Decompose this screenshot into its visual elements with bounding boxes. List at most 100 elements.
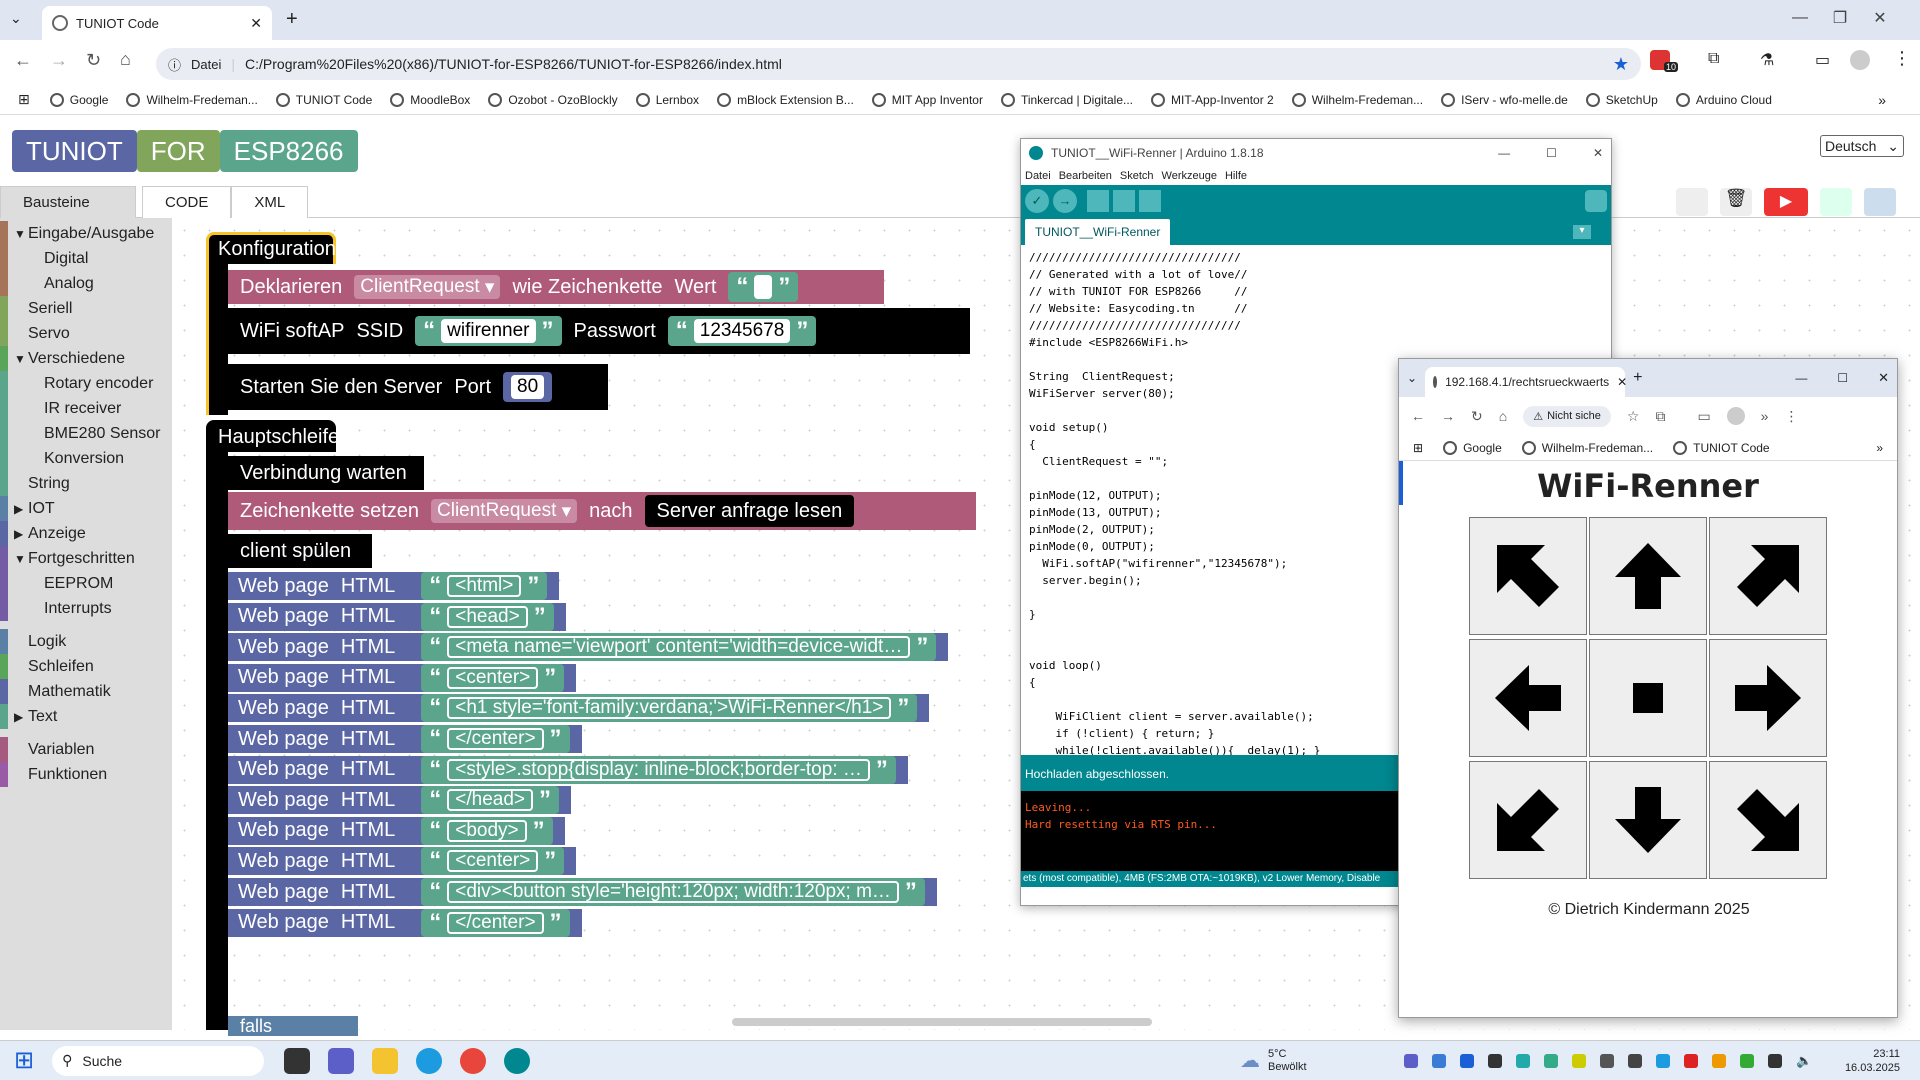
ssid-field[interactable]: wifirenner bbox=[441, 319, 536, 343]
html-string-field[interactable]: </head> bbox=[447, 789, 534, 812]
mini-minimize-icon[interactable]: — bbox=[1795, 371, 1807, 385]
toolbox-category[interactable]: ▶ Anzeige bbox=[0, 521, 172, 546]
bookmark-item[interactable]: mBlock Extension B... bbox=[717, 92, 854, 107]
web-page-html-block[interactable]: Web page HTML “<head>” bbox=[228, 602, 566, 631]
tray-tool-icon[interactable] bbox=[1488, 1053, 1502, 1068]
mini-cast-icon[interactable]: ▭ bbox=[1697, 408, 1710, 425]
tray-sync-icon[interactable] bbox=[1516, 1053, 1530, 1068]
workspace-scrollbar[interactable] bbox=[732, 1018, 1152, 1026]
tray-cam-icon[interactable] bbox=[1600, 1053, 1614, 1068]
taskbar-search[interactable]: ⚲ Suche bbox=[52, 1045, 265, 1076]
arduino-menu-item[interactable]: Werkzeuge bbox=[1162, 170, 1217, 182]
empty-string-block[interactable]: “” bbox=[728, 272, 799, 302]
web-page-html-block[interactable]: Web page HTML “<center>” bbox=[228, 663, 577, 692]
home-icon[interactable]: ⌂ bbox=[120, 49, 131, 70]
cast-icon[interactable]: ▭ bbox=[1815, 50, 1830, 70]
close-window-icon[interactable]: ✕ bbox=[1860, 8, 1900, 28]
empty-string-field[interactable] bbox=[754, 275, 773, 299]
bookmark-item[interactable]: TUNIOT Code bbox=[275, 92, 372, 107]
html-string-field[interactable]: <body> bbox=[447, 819, 527, 842]
puzzle-icon[interactable]: ⧉ bbox=[1708, 50, 1719, 68]
control-button[interactable] bbox=[1589, 639, 1707, 757]
mini-reload-icon[interactable]: ↻ bbox=[1471, 408, 1483, 425]
back-icon[interactable]: ← bbox=[14, 50, 32, 71]
bookmark-item[interactable]: Arduino Cloud bbox=[1675, 92, 1772, 107]
edge-icon[interactable] bbox=[416, 1047, 443, 1074]
copy-icon[interactable] bbox=[1676, 188, 1708, 216]
toolbox-category[interactable]: Mathematik bbox=[0, 679, 172, 704]
toolbox-category[interactable]: ▼ Eingabe/Ausgabe bbox=[0, 221, 172, 246]
html-string-block[interactable]: “<h1 style='font-family:verdana;'>WiFi-R… bbox=[421, 694, 918, 723]
mini-more-bookmarks-icon[interactable]: » bbox=[1876, 441, 1883, 455]
volume-icon[interactable]: 🔈 bbox=[1796, 1053, 1812, 1069]
bookmark-item[interactable]: Wilhelm-Fredeman... bbox=[1291, 92, 1423, 107]
arduino-maximize-icon[interactable]: ☐ bbox=[1546, 146, 1557, 160]
open-sketch-icon[interactable] bbox=[1113, 190, 1135, 212]
forward-icon[interactable]: → bbox=[50, 50, 68, 71]
setstring-var-dropdown[interactable]: ClientRequest ▾ bbox=[431, 499, 578, 523]
mini-close-icon[interactable]: ✕ bbox=[1878, 370, 1889, 386]
more-bookmarks-icon[interactable]: » bbox=[1878, 92, 1886, 108]
network-icon[interactable] bbox=[1768, 1053, 1782, 1068]
html-string-block[interactable]: “<html>” bbox=[421, 572, 548, 600]
bookmark-item[interactable]: MIT-App-Inventor 2 bbox=[1151, 92, 1274, 107]
declare-var-dropdown[interactable]: ClientRequest ▾ bbox=[354, 275, 501, 299]
web-page-html-block[interactable]: Web page HTML “<body>” bbox=[228, 816, 565, 845]
verify-icon[interactable]: ✓ bbox=[1025, 189, 1049, 213]
server-block[interactable]: Starten Sie den Server Port 80 bbox=[228, 364, 608, 410]
wait-block[interactable]: Verbindung warten bbox=[228, 456, 424, 490]
bookmark-star-icon[interactable]: ★ bbox=[1613, 54, 1629, 75]
bookmark-item[interactable]: SketchUp bbox=[1585, 92, 1658, 107]
web-page-html-block[interactable]: Web page HTML “<div><button style='height:… bbox=[228, 878, 937, 906]
html-string-field[interactable]: <style>.stopp{display: inline-block;bord… bbox=[447, 758, 870, 781]
html-string-field[interactable]: <html> bbox=[447, 575, 522, 597]
bookmark-item[interactable]: IServ - wfo-melle.de bbox=[1441, 92, 1568, 107]
arduino-taskbar-icon[interactable] bbox=[504, 1047, 531, 1074]
tray-chat-icon[interactable] bbox=[1544, 1053, 1558, 1068]
toolbox-category[interactable]: Digital bbox=[0, 246, 172, 271]
if-block[interactable]: falls bbox=[228, 1016, 358, 1036]
html-string-block[interactable]: “<body>” bbox=[421, 816, 553, 845]
control-button[interactable] bbox=[1469, 761, 1587, 879]
mini-new-tab-icon[interactable]: + bbox=[1633, 369, 1642, 387]
windows-start-icon[interactable]: ⊞ bbox=[14, 1046, 34, 1075]
html-string-field[interactable]: </center> bbox=[447, 911, 544, 934]
tab-code[interactable]: CODE bbox=[142, 185, 232, 218]
html-string-field[interactable]: <div><button style='height:120px; width:… bbox=[447, 881, 899, 903]
menu-icon[interactable]: ⋮ bbox=[1893, 48, 1911, 69]
declare-block[interactable]: Deklarieren ClientRequest ▾ wie Zeichenk… bbox=[228, 270, 884, 304]
control-button[interactable] bbox=[1709, 639, 1827, 757]
browser-tab-active[interactable]: TUNIOT Code ✕ bbox=[42, 6, 272, 40]
html-string-block[interactable]: “<style>.stopp{display: inline-block;bor… bbox=[421, 755, 896, 784]
lab-icon[interactable]: ⚗ bbox=[1760, 50, 1774, 70]
html-string-field[interactable]: <meta name='viewport' content='width=dev… bbox=[447, 636, 911, 659]
html-string-block[interactable]: “<div><button style='height:120px; width… bbox=[421, 878, 925, 906]
web-page-html-block[interactable]: Web page HTML “</head>” bbox=[228, 786, 572, 815]
bookmark-item[interactable]: MoodleBox bbox=[390, 92, 470, 107]
mini-bookmark-item[interactable]: Google bbox=[1443, 440, 1502, 455]
mini-tab[interactable]: 192.168.4.1/rechtsrueckwaerts ✕ bbox=[1425, 367, 1627, 397]
bookmark-item[interactable]: Google bbox=[49, 92, 108, 107]
toolbox-category[interactable]: Funktionen bbox=[0, 762, 172, 787]
control-button[interactable] bbox=[1469, 639, 1587, 757]
tab-search-icon[interactable]: ⌄ bbox=[10, 10, 22, 27]
web-page-html-block[interactable]: Web page HTML “<meta name='viewport' conte… bbox=[228, 633, 949, 662]
tray-device-icon[interactable] bbox=[1628, 1053, 1642, 1068]
toolbox-category[interactable]: Logik bbox=[0, 629, 172, 654]
mini-menu-icon[interactable]: ⋮ bbox=[1784, 408, 1798, 425]
bluetooth-icon[interactable] bbox=[1460, 1053, 1474, 1068]
html-string-field[interactable]: <center> bbox=[447, 666, 539, 689]
mini-maximize-icon[interactable]: ☐ bbox=[1837, 371, 1848, 385]
toolbox-category[interactable]: ▼ Fortgeschritten bbox=[0, 546, 172, 571]
mini-profile-icon[interactable] bbox=[1726, 407, 1745, 425]
info-icon[interactable]: ⓘ bbox=[168, 55, 181, 74]
web-page-html-block[interactable]: Web page HTML “</center>” bbox=[228, 725, 582, 753]
toolbox-category[interactable]: Variablen bbox=[0, 737, 172, 762]
explorer-icon[interactable] bbox=[372, 1047, 399, 1074]
web-page-html-block[interactable]: Web page HTML “<html>” bbox=[228, 572, 560, 600]
server-read-block[interactable]: Server anfrage lesen bbox=[644, 495, 855, 527]
task-view-icon[interactable] bbox=[284, 1047, 311, 1074]
upload-icon[interactable] bbox=[1864, 188, 1896, 216]
password-string-block[interactable]: “12345678” bbox=[667, 316, 817, 346]
port-number-block[interactable]: 80 bbox=[503, 372, 553, 402]
